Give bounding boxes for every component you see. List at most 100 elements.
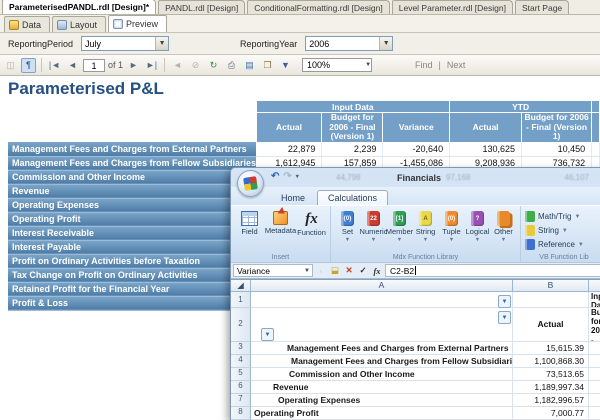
row-label-cell[interactable]: Operating Expenses <box>251 394 513 407</box>
column-header-c[interactable] <box>589 280 600 292</box>
export-icon[interactable]: ▼ <box>278 58 293 73</box>
ribbon-button-function[interactable]: fx Function <box>297 209 326 237</box>
cell-a1[interactable] <box>251 292 513 308</box>
row-number[interactable]: 8 <box>231 407 251 420</box>
row-label-cell[interactable]: Revenue <box>251 381 513 394</box>
value-cell[interactable]: 10,450 <box>521 142 593 157</box>
parameter-select-reportingyear[interactable]: 2006 ▼ <box>305 36 394 51</box>
row-label-cell[interactable]: Interest Payable <box>8 240 257 255</box>
row-label-cell[interactable]: Operating Expenses <box>8 198 257 213</box>
empty-cell[interactable] <box>589 407 600 420</box>
first-page-icon[interactable]: |◄ <box>47 58 62 73</box>
ribbon-button-field[interactable]: Field <box>235 209 264 237</box>
document-tab[interactable]: Level Parameter.rdl [Design] <box>391 0 513 14</box>
value-cell[interactable]: 2,239 <box>321 142 384 157</box>
parameter-select-reportingperiod[interactable]: July ▼ <box>81 36 170 51</box>
zoom-select[interactable]: 100% ▼ <box>302 58 373 72</box>
page-setup-icon[interactable]: ❐ <box>260 58 275 73</box>
row-label-cell[interactable]: Profit & Loss <box>8 296 257 311</box>
select-all-corner[interactable]: ◢ <box>231 280 251 292</box>
filter-dropdown-icon[interactable]: ▼ <box>498 295 511 308</box>
redo-icon[interactable]: ↷ <box>283 171 291 182</box>
accept-formula-icon[interactable]: ✓ <box>357 265 369 277</box>
cell-c1[interactable]: Input Data <box>589 292 600 308</box>
value-cell[interactable]: 1,100,868.30 <box>513 355 589 368</box>
row-label-cell[interactable]: Commission and Other Income <box>8 170 257 185</box>
ribbon-tab-calculations[interactable]: Calculations <box>317 190 389 205</box>
row-label-cell[interactable]: Operating Profit <box>8 212 257 227</box>
value-cell[interactable]: 73,513.65 <box>513 368 589 381</box>
stop-icon[interactable]: ⊘ <box>188 58 203 73</box>
last-page-icon[interactable]: ►| <box>144 58 159 73</box>
previous-page-icon[interactable]: ◄ <box>65 58 80 73</box>
row-label-cell[interactable]: Management Fees and Charges from Externa… <box>8 142 257 157</box>
ribbon-menu-string[interactable]: String ▼ <box>525 224 600 237</box>
row-label-cell[interactable]: Tax Change on Profit on Ordinary Activit… <box>8 268 257 283</box>
empty-cell[interactable] <box>589 342 600 355</box>
ribbon-button-logical[interactable]: ? Logical ▼ <box>465 209 490 243</box>
name-box[interactable]: Variance ▼ <box>233 264 313 277</box>
row-label-cell[interactable]: Management Fees and Charges from Fellow … <box>251 355 513 368</box>
empty-cell[interactable] <box>589 394 600 407</box>
print-layout-icon[interactable]: ▤ <box>242 58 257 73</box>
value-cell[interactable]: 15,615.39 <box>513 342 589 355</box>
row-label-cell[interactable]: Retained Profit for the Financial Year <box>8 282 257 297</box>
row-label-cell[interactable]: Management Fees and Charges from Externa… <box>251 342 513 355</box>
ribbon-button-numeric[interactable]: 22 Numeric ▼ <box>360 209 387 243</box>
filter-dropdown-icon[interactable]: ▼ <box>261 328 274 341</box>
filter-dropdown-icon[interactable]: ▼ <box>498 311 511 324</box>
cell-c2[interactable]: Budget for 2006 - (Version 1) <box>589 308 600 342</box>
row-number[interactable]: 5 <box>231 368 251 381</box>
row-label-cell[interactable]: Commission and Other Income <box>251 368 513 381</box>
view-tab-layout[interactable]: Layout <box>52 16 107 32</box>
value-cell[interactable]: 130,625 <box>449 142 523 157</box>
ribbon-button-tuple[interactable]: (0) Tuple ▼ <box>439 209 464 243</box>
empty-cell[interactable] <box>589 355 600 368</box>
find-link[interactable]: Find <box>415 60 433 70</box>
next-link[interactable]: Next <box>447 60 466 70</box>
ribbon-button-set[interactable]: {0} Set ▼ <box>335 209 360 243</box>
print-icon[interactable]: ⎙ <box>224 58 239 73</box>
undo-icon[interactable]: ↶ <box>271 171 279 182</box>
cell-a2[interactable] <box>251 308 513 342</box>
formula-options-icon[interactable]: ◦ <box>315 265 327 277</box>
row-label-cell[interactable]: Revenue <box>8 184 257 199</box>
column-header-a[interactable]: A <box>251 280 513 292</box>
ribbon-tab-home[interactable]: Home <box>271 191 315 205</box>
row-label-cell[interactable]: Management Fees and Charges from Fellow … <box>8 156 257 171</box>
ribbon-menu-reference[interactable]: Reference ▼ <box>525 238 600 251</box>
show-parameters-icon[interactable]: ¶ <box>21 57 36 73</box>
ribbon-button-string[interactable]: A String ▼ <box>413 209 438 243</box>
document-tab[interactable]: ParameterisedPANDL.rdl [Design]* <box>2 0 157 14</box>
view-tab-data[interactable]: Data <box>4 16 51 32</box>
application-orb-button[interactable] <box>237 170 264 197</box>
ribbon-button-other[interactable]: Other ▼ <box>491 209 516 243</box>
empty-cell[interactable] <box>589 381 600 394</box>
document-map-icon[interactable]: ◫ <box>3 58 18 73</box>
formula-input[interactable]: C2-B2 <box>385 264 600 277</box>
back-icon[interactable]: ◄ <box>170 58 185 73</box>
row-label-cell[interactable]: Interest Receivable <box>8 226 257 241</box>
document-tab[interactable]: Start Page <box>514 0 570 14</box>
document-tab[interactable]: PANDL.rdl [Design] <box>158 0 246 14</box>
view-tab-preview[interactable]: Preview <box>108 15 168 32</box>
row-number[interactable]: 7 <box>231 394 251 407</box>
value-cell[interactable]: 1,189,997.34 <box>513 381 589 394</box>
insert-icon[interactable]: ⬓ <box>329 265 341 277</box>
document-tab[interactable]: ConditionalFormatting.rdl [Design] <box>247 0 390 14</box>
ribbon-button-member[interactable]: [1] Member ▼ <box>386 209 413 243</box>
row-number[interactable]: 6 <box>231 381 251 394</box>
ribbon-button-metadata[interactable]: Metadata <box>265 209 296 237</box>
row-number[interactable]: 1 <box>231 292 251 308</box>
cell-b1[interactable] <box>513 292 589 308</box>
qat-dropdown-icon[interactable]: ▾ <box>296 173 299 180</box>
row-number[interactable]: 2 <box>231 308 251 342</box>
value-cell[interactable]: 7,000.77 <box>513 407 589 420</box>
column-header-b[interactable]: B <box>513 280 589 292</box>
current-page-input[interactable]: 1 <box>83 58 105 72</box>
cancel-formula-icon[interactable]: ✕ <box>343 265 355 277</box>
next-page-icon[interactable]: ► <box>126 58 141 73</box>
cell-b2[interactable]: Actual <box>513 308 589 342</box>
row-label-cell[interactable]: Operating Profit <box>251 407 513 420</box>
value-cell[interactable]: 1,182,996.57 <box>513 394 589 407</box>
